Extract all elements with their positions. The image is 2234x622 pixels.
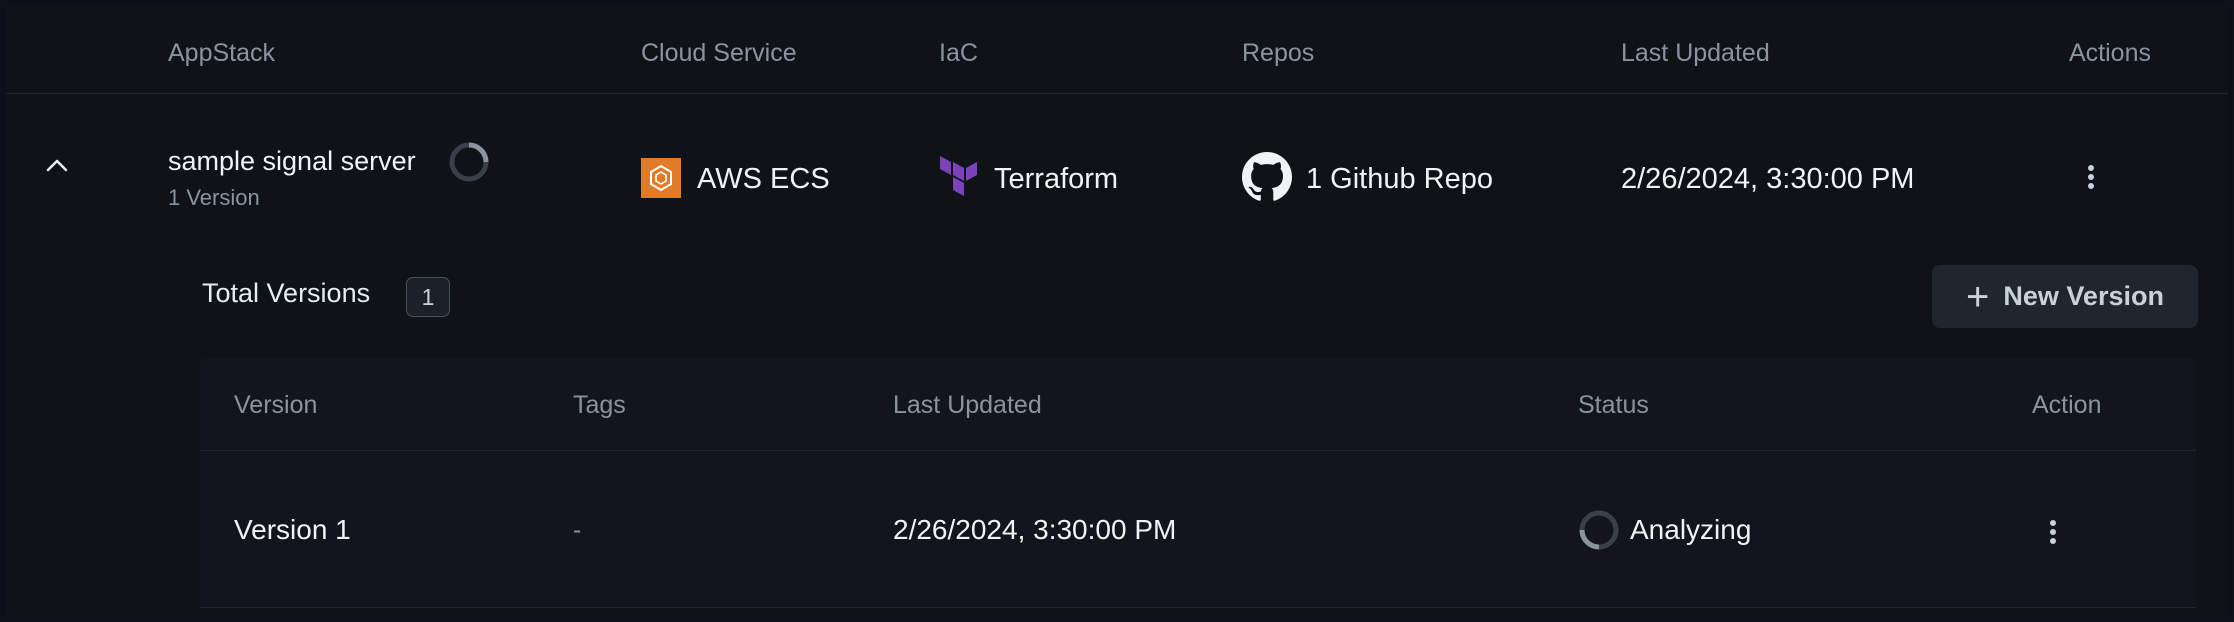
appstack-row[interactable]: sample signal server 1 Version AWS ECS T… [6, 94, 2228, 254]
header-repos: Repos [1242, 39, 1315, 67]
terraform-icon [940, 156, 977, 196]
versions-header-tags: Tags [573, 391, 626, 419]
total-versions-label: Total Versions [202, 278, 371, 308]
plus-icon: + [1966, 274, 1990, 319]
versions-row-divider [200, 607, 2196, 608]
header-cloud-service: Cloud Service [641, 39, 797, 67]
appstack-name[interactable]: sample signal server [168, 146, 416, 177]
aws-ecs-icon [641, 158, 681, 198]
github-icon [1242, 152, 1292, 201]
version-status: Analyzing [1630, 514, 1752, 545]
appstack-version-count: 1 Version [168, 185, 260, 210]
cloud-service-value: AWS ECS [697, 163, 830, 195]
versions-table: Version Tags Last Updated Status Action … [200, 358, 2196, 608]
header-last-updated: Last Updated [1621, 39, 1770, 67]
chevron-up-icon[interactable] [46, 158, 68, 172]
version-last-updated: 2/26/2024, 3:30:00 PM [893, 514, 1177, 545]
last-updated-value: 2/26/2024, 3:30:00 PM [1621, 163, 1915, 195]
iac-value: Terraform [994, 163, 1119, 195]
row-actions-menu-icon[interactable] [2088, 162, 2094, 192]
spinner-icon [449, 142, 489, 182]
header-actions: Actions [2069, 39, 2151, 67]
versions-header-last-updated: Last Updated [893, 391, 1042, 419]
versions-header-action: Action [2032, 391, 2102, 419]
repos-value[interactable]: 1 Github Repo [1306, 163, 1493, 196]
spinner-icon [1579, 510, 1619, 550]
version-actions-menu-icon[interactable] [2050, 517, 2056, 547]
version-name: Version 1 [234, 514, 351, 545]
header-iac: IaC [939, 39, 978, 67]
versions-header-version: Version [234, 391, 318, 419]
table-row[interactable]: Version 1 - 2/26/2024, 3:30:00 PM Analyz… [200, 451, 2196, 608]
version-tags: - [573, 516, 582, 544]
new-version-button[interactable]: + New Version [1932, 265, 2198, 328]
appstack-table: AppStack Cloud Service IaC Repos Last Up… [6, 6, 2228, 616]
header-appstack: AppStack [168, 39, 276, 67]
new-version-label: New Version [2003, 281, 2164, 311]
versions-header-status: Status [1578, 391, 1649, 419]
versions-count-badge: 1 [406, 277, 450, 317]
